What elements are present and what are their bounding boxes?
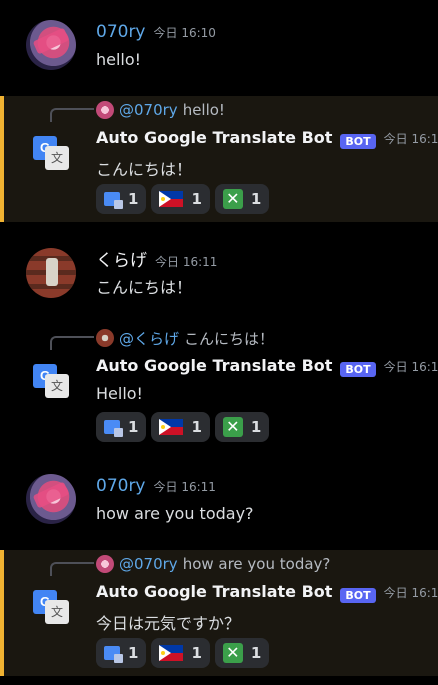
- bot-message-1: @070ry hello! G 文 Auto Google Translate …: [0, 96, 438, 222]
- reply-avatar: [96, 329, 114, 347]
- reply-spine: [50, 562, 94, 576]
- cross-mark-icon: ✕: [222, 643, 243, 663]
- user-avatar[interactable]: [26, 474, 76, 524]
- philippines-flag-icon: [159, 191, 184, 207]
- reply-preview[interactable]: @070ry how are you today?: [96, 554, 330, 574]
- reply-username[interactable]: @070ry: [119, 555, 178, 573]
- username[interactable]: 070ry: [96, 22, 146, 42]
- user-avatar[interactable]: [26, 248, 76, 298]
- message-text: こんにちは！: [96, 278, 193, 297]
- message-kurage: くらげ 今日 16:11 こんにちは！: [0, 236, 438, 316]
- reply-avatar: [96, 555, 114, 573]
- reply-text: how are you today?: [182, 555, 331, 573]
- reaction-translate[interactable]: 1: [96, 412, 147, 442]
- message-text: Hello!: [96, 384, 143, 403]
- bot-name[interactable]: Auto Google Translate Bot: [96, 582, 332, 601]
- philippines-flag-icon: [159, 419, 184, 435]
- reply-spine: [50, 108, 94, 122]
- translate-icon: [104, 192, 123, 209]
- message-070ry-hello: 070ry 今日 16:10 hello!: [0, 8, 438, 88]
- translate-icon: [104, 420, 123, 437]
- timestamp: 今日 16:10: [383, 132, 438, 146]
- google-translate-icon[interactable]: G 文: [33, 364, 69, 400]
- username[interactable]: 070ry: [96, 476, 146, 496]
- reaction-translate[interactable]: 1: [96, 638, 147, 668]
- reply-text: hello!: [182, 101, 225, 119]
- message-text: how are you today?: [96, 504, 254, 523]
- reaction-philippines-flag[interactable]: 1: [151, 638, 210, 668]
- bot-message-3: @070ry how are you today? G 文 Auto Googl…: [0, 550, 438, 676]
- timestamp: 今日 16:11: [153, 480, 216, 494]
- reply-username[interactable]: @くらげ: [119, 328, 179, 349]
- reply-preview[interactable]: @070ry hello!: [96, 100, 225, 120]
- philippines-flag-icon: [159, 645, 184, 661]
- bot-badge: BOT: [340, 133, 376, 149]
- reaction-cross-mark[interactable]: ✕ 1: [214, 184, 270, 214]
- timestamp: 今日 16:11: [383, 586, 438, 600]
- timestamp: 今日 16:11: [155, 255, 218, 269]
- reaction-philippines-flag[interactable]: 1: [151, 184, 210, 214]
- bot-name[interactable]: Auto Google Translate Bot: [96, 356, 332, 375]
- reply-spine: [50, 336, 94, 350]
- bot-badge: BOT: [340, 587, 376, 603]
- reply-avatar: [96, 101, 114, 119]
- google-translate-icon[interactable]: G 文: [33, 590, 69, 626]
- cross-mark-icon: ✕: [222, 417, 243, 437]
- user-avatar[interactable]: [26, 20, 76, 70]
- reply-text: こんにちは！: [184, 329, 275, 348]
- message-text: hello!: [96, 50, 142, 69]
- username[interactable]: くらげ: [96, 246, 147, 271]
- message-text: こんにちは！: [96, 160, 193, 179]
- reply-username[interactable]: @070ry: [119, 101, 178, 119]
- reactions-bar: 1 1 ✕ 1: [96, 184, 270, 214]
- reaction-philippines-flag[interactable]: 1: [151, 412, 210, 442]
- timestamp: 今日 16:11: [383, 360, 438, 374]
- reactions-bar: 1 1 ✕ 1: [96, 412, 270, 442]
- reactions-bar: 1 1 ✕ 1: [96, 638, 270, 668]
- timestamp: 今日 16:10: [153, 26, 216, 40]
- bot-name[interactable]: Auto Google Translate Bot: [96, 128, 332, 147]
- cross-mark-icon: ✕: [222, 189, 243, 209]
- reaction-cross-mark[interactable]: ✕ 1: [214, 638, 270, 668]
- reaction-cross-mark[interactable]: ✕ 1: [214, 412, 270, 442]
- bot-message-2: @くらげ こんにちは！ G 文 Auto Google Translate Bo…: [0, 322, 438, 448]
- bot-badge: BOT: [340, 361, 376, 377]
- google-translate-icon[interactable]: G 文: [33, 136, 69, 172]
- translate-icon: [104, 646, 123, 663]
- reaction-translate[interactable]: 1: [96, 184, 147, 214]
- message-text: 今日は元気ですか？: [96, 614, 241, 633]
- message-070ry-how-are-you: 070ry 今日 16:11 how are you today?: [0, 462, 438, 542]
- reply-preview[interactable]: @くらげ こんにちは！: [96, 328, 274, 348]
